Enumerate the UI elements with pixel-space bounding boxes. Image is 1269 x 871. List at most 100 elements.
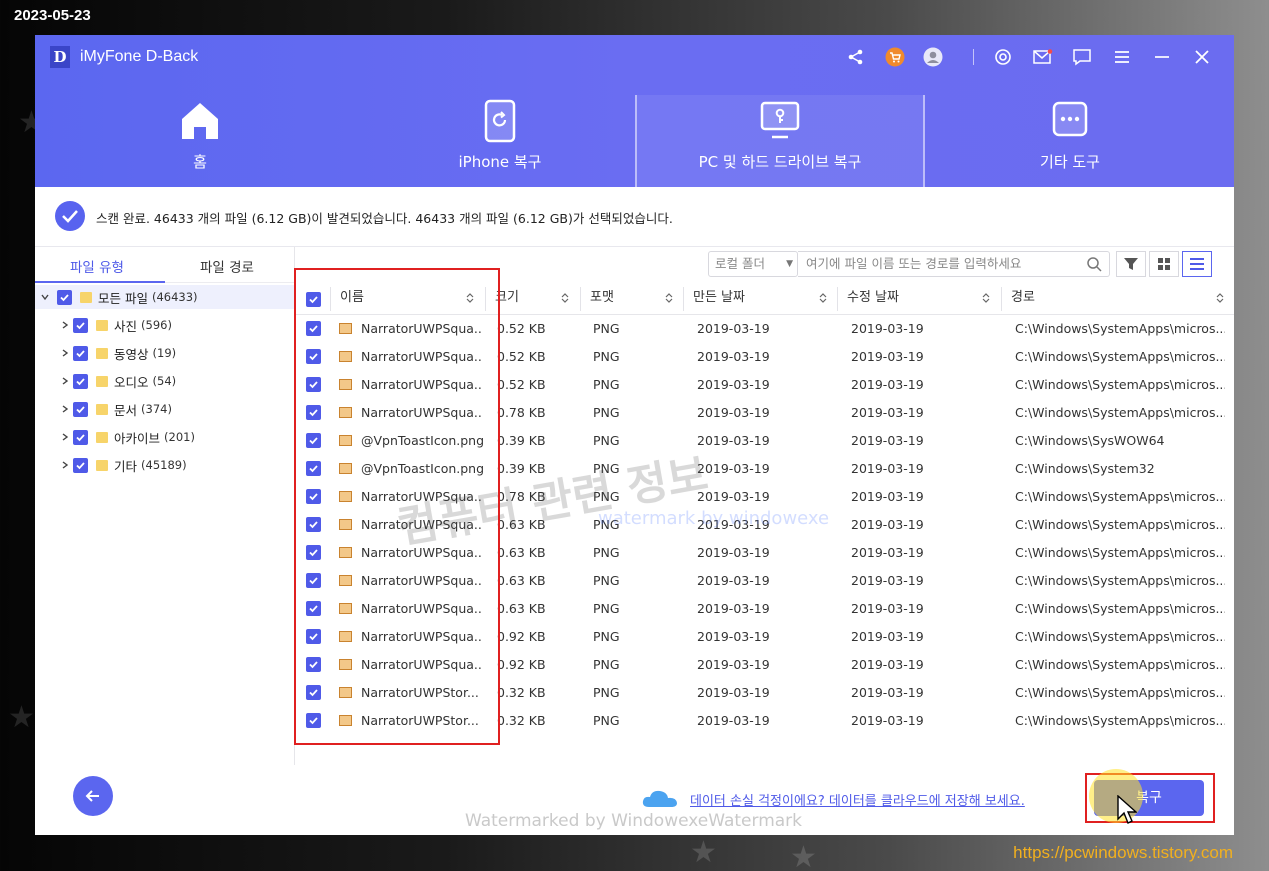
tree-item-videos[interactable]: 동영상 (19) bbox=[35, 341, 176, 365]
column-divider bbox=[330, 287, 331, 311]
select-all-checkbox[interactable] bbox=[306, 292, 321, 307]
tree-item-photos[interactable]: 사진 (596) bbox=[35, 313, 172, 337]
sort-icon[interactable] bbox=[466, 292, 474, 304]
tree-checkbox[interactable] bbox=[73, 401, 88, 417]
table-row[interactable]: @VpnToastIcon.png 0.39 KB PNG 2019-03-19 201… bbox=[296, 455, 1234, 483]
row-checkbox[interactable] bbox=[306, 573, 321, 588]
sort-icon[interactable] bbox=[665, 292, 673, 304]
row-checkbox[interactable] bbox=[306, 405, 321, 420]
user-icon[interactable] bbox=[923, 47, 943, 67]
image-file-icon bbox=[339, 547, 352, 558]
chevron-right-icon[interactable] bbox=[59, 403, 71, 415]
tree-checkbox[interactable] bbox=[73, 457, 88, 473]
column-size[interactable]: 크기 bbox=[495, 285, 519, 313]
row-checkbox[interactable] bbox=[306, 601, 321, 616]
column-created[interactable]: 만든 날짜 bbox=[693, 285, 745, 313]
image-file-icon bbox=[339, 519, 352, 530]
tree-item-label: 기타 bbox=[114, 458, 138, 474]
filter-button[interactable] bbox=[1116, 251, 1146, 277]
column-name[interactable]: 이름 bbox=[340, 285, 364, 313]
tab-file-path[interactable]: 파일 경로 bbox=[200, 256, 254, 276]
folder-select[interactable]: 로컬 폴더 ▼ bbox=[708, 251, 798, 277]
tree-checkbox[interactable] bbox=[57, 289, 72, 305]
tree-item-documents[interactable]: 문서 (374) bbox=[35, 397, 172, 421]
column-divider bbox=[683, 287, 684, 311]
cell-created: 2019-03-19 bbox=[697, 349, 770, 364]
cloud-icon bbox=[641, 787, 679, 813]
table-row[interactable]: NarratorUWPSqua... 0.63 KB PNG 2019-03-19 20… bbox=[296, 595, 1234, 623]
mail-icon[interactable] bbox=[1033, 47, 1053, 67]
chat-icon[interactable] bbox=[1072, 47, 1092, 67]
table-row[interactable]: NarratorUWPSqua... 0.92 KB PNG 2019-03-19 20… bbox=[296, 651, 1234, 679]
minimize-icon[interactable] bbox=[1152, 47, 1172, 67]
row-checkbox[interactable] bbox=[306, 377, 321, 392]
row-checkbox[interactable] bbox=[306, 685, 321, 700]
column-path[interactable]: 경로 bbox=[1011, 285, 1035, 313]
chevron-right-icon[interactable] bbox=[59, 319, 71, 331]
column-format[interactable]: 포맷 bbox=[590, 285, 614, 313]
tree-item-archives[interactable]: 아카이브 (201) bbox=[35, 425, 195, 449]
row-checkbox[interactable] bbox=[306, 713, 321, 728]
table-row[interactable]: NarratorUWPSqua... 0.52 KB PNG 2019-03-19 20… bbox=[296, 371, 1234, 399]
table-row[interactable]: NarratorUWPSqua... 0.52 KB PNG 2019-03-19 20… bbox=[296, 343, 1234, 371]
table-row[interactable]: NarratorUWPStor... 0.32 KB PNG 2019-03-19 20… bbox=[296, 707, 1234, 735]
tab-home[interactable]: 홈 bbox=[35, 95, 365, 187]
table-row[interactable]: NarratorUWPSqua... 0.78 KB PNG 2019-03-19 20… bbox=[296, 399, 1234, 427]
menu-icon[interactable] bbox=[1112, 47, 1132, 67]
tree-item-audio[interactable]: 오디오 (54) bbox=[35, 369, 176, 393]
row-checkbox[interactable] bbox=[306, 489, 321, 504]
app-window: D iMyFone D-Back 홈 iPhone 복구 PC 및 하드 드라이… bbox=[35, 35, 1234, 835]
tree-checkbox[interactable] bbox=[73, 345, 88, 361]
image-file-icon bbox=[339, 323, 352, 334]
sort-icon[interactable] bbox=[1216, 292, 1224, 304]
folder-icon bbox=[80, 291, 92, 303]
table-row[interactable]: NarratorUWPStor... 0.32 KB PNG 2019-03-19 20… bbox=[296, 679, 1234, 707]
table-row[interactable]: @VpnToastIcon.png 0.39 KB PNG 2019-03-19 201… bbox=[296, 427, 1234, 455]
tab-more-tools[interactable]: 기타 도구 bbox=[925, 95, 1215, 187]
row-checkbox[interactable] bbox=[306, 461, 321, 476]
cell-modified: 2019-03-19 bbox=[851, 713, 924, 728]
row-checkbox[interactable] bbox=[306, 629, 321, 644]
tree-checkbox[interactable] bbox=[73, 373, 88, 389]
row-checkbox[interactable] bbox=[306, 433, 321, 448]
sort-icon[interactable] bbox=[819, 292, 827, 304]
tab-iphone-recover[interactable]: iPhone 복구 bbox=[365, 95, 635, 187]
row-checkbox[interactable] bbox=[306, 517, 321, 532]
cloud-backup-link[interactable]: 데이터 손실 걱정이에요? 데이터를 클라우드에 저장해 보세요. bbox=[690, 790, 1025, 809]
chevron-right-icon[interactable] bbox=[59, 431, 71, 443]
tree-item-other[interactable]: 기타 (45189) bbox=[35, 453, 187, 477]
row-checkbox[interactable] bbox=[306, 321, 321, 336]
table-row[interactable]: NarratorUWPSqua... 0.63 KB PNG 2019-03-19 20… bbox=[296, 567, 1234, 595]
grid-view-button[interactable] bbox=[1149, 251, 1179, 277]
row-checkbox[interactable] bbox=[306, 657, 321, 672]
sort-icon[interactable] bbox=[982, 292, 990, 304]
row-checkbox[interactable] bbox=[306, 545, 321, 560]
tab-pc-recover[interactable]: PC 및 하드 드라이브 복구 bbox=[637, 95, 923, 187]
cell-format: PNG bbox=[593, 321, 620, 336]
tree-checkbox[interactable] bbox=[73, 429, 88, 445]
chevron-down-icon[interactable] bbox=[39, 291, 51, 303]
tree-checkbox[interactable] bbox=[73, 317, 88, 333]
tree-item-all-files[interactable]: 모든 파일 (46433) bbox=[35, 285, 295, 309]
search-icon[interactable] bbox=[1086, 256, 1102, 280]
row-checkbox[interactable] bbox=[306, 349, 321, 364]
tab-file-type[interactable]: 파일 유형 bbox=[70, 256, 124, 276]
search-input[interactable]: 여기에 파일 이름 또는 경로를 입력하세요 bbox=[798, 251, 1110, 277]
share-icon[interactable] bbox=[846, 47, 866, 67]
table-row[interactable]: NarratorUWPSqua... 0.92 KB PNG 2019-03-19 20… bbox=[296, 623, 1234, 651]
chevron-right-icon[interactable] bbox=[59, 375, 71, 387]
list-view-button[interactable] bbox=[1182, 251, 1212, 277]
column-modified[interactable]: 수정 날짜 bbox=[847, 285, 899, 313]
site-url: https://pcwindows.tistory.com bbox=[1013, 843, 1233, 862]
close-icon[interactable] bbox=[1192, 47, 1212, 67]
cart-icon[interactable] bbox=[885, 47, 905, 67]
cell-size: 0.78 KB bbox=[497, 405, 546, 420]
tree-item-label: 아카이브 bbox=[114, 430, 161, 446]
chevron-right-icon[interactable] bbox=[59, 459, 71, 471]
back-button[interactable] bbox=[73, 776, 113, 816]
sort-icon[interactable] bbox=[561, 292, 569, 304]
grid-icon bbox=[1158, 258, 1170, 270]
table-row[interactable]: NarratorUWPSqua... 0.52 KB PNG 2019-03-19 20… bbox=[296, 315, 1234, 343]
settings-icon[interactable] bbox=[993, 47, 1013, 67]
chevron-right-icon[interactable] bbox=[59, 347, 71, 359]
